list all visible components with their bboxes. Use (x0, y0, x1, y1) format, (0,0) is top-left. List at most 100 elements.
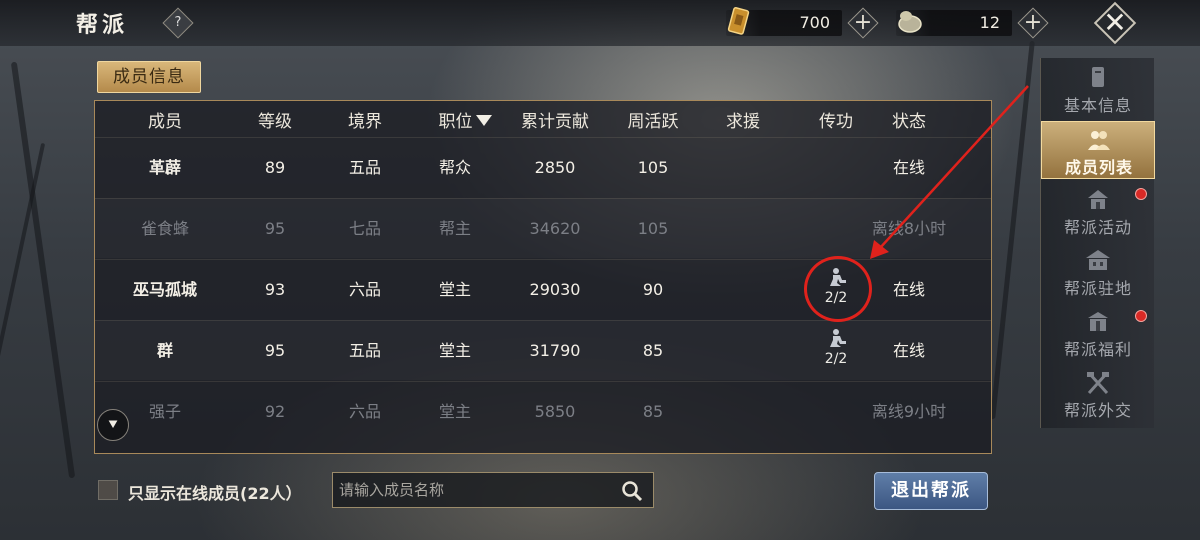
member-weekly-activity: 90 (642, 280, 664, 299)
sidebar-item-label: 成员列表 (1064, 158, 1133, 177)
member-realm: 五品 (348, 341, 381, 360)
member-position: 堂主 (438, 341, 471, 360)
column-header-label: 职位 (438, 112, 473, 132)
member-status: 在线 (892, 280, 925, 299)
sidebar-item-guild-diplomacy[interactable]: 帮派外交 (1041, 365, 1155, 423)
member-realm: 六品 (348, 402, 381, 421)
member-status: 离线8小时 (871, 219, 947, 238)
sidebar: 基本信息 成员列表 帮派活动 帮派驻地 帮派福利 帮派外交 (1040, 58, 1155, 428)
member-realm: 五品 (348, 158, 381, 177)
sidebar-item-label: 帮派驻地 (1063, 279, 1132, 298)
resource-jade: 12 (896, 10, 1012, 36)
diplomacy-icon (1087, 371, 1109, 395)
member-level: 95 (264, 219, 286, 238)
sidebar-item-guild-activity[interactable]: 帮派活动 (1041, 182, 1155, 240)
member-position: 堂主 (438, 402, 471, 421)
resource-scroll: 700 (726, 7, 842, 36)
background-branch (10, 61, 76, 479)
table-row[interactable]: 雀食蜂 95 七品 帮主 34620 105 离线8小时 (95, 198, 991, 258)
resource-value: 12 (979, 13, 1000, 32)
resource-value: 700 (799, 13, 830, 32)
welfare-icon (1088, 312, 1108, 331)
add-scroll-button[interactable]: + (847, 7, 879, 39)
sidebar-item-member-list[interactable]: 成员列表 (1041, 121, 1155, 179)
teach-count: 2/2 (824, 351, 848, 367)
member-status: 离线9小时 (871, 402, 947, 421)
member-weekly-activity: 85 (642, 402, 664, 421)
sidebar-item-label: 帮派活动 (1063, 218, 1132, 237)
member-search-box (332, 472, 654, 508)
help-icon: ? (174, 15, 182, 30)
teach-skill-button[interactable]: 2/2 (816, 328, 856, 374)
online-only-label[interactable]: 只显示在线成员(22人） (128, 480, 302, 504)
meditation-icon (830, 329, 846, 347)
member-table: 成员 等级 境界 职位 累计贡献 周活跃 求援 传功 状态 革薜 89 五品 帮… (94, 100, 992, 454)
table-row[interactable]: 革薜 89 五品 帮众 2850 105 在线 (95, 137, 991, 197)
sidebar-item-label: 基本信息 (1063, 96, 1132, 115)
member-status: 在线 (892, 158, 925, 177)
tab-member-info[interactable]: 成员信息 (97, 61, 201, 93)
member-level: 89 (264, 158, 286, 177)
member-contribution: 2850 (534, 158, 576, 177)
sidebar-item-basic-info[interactable]: 基本信息 (1041, 60, 1155, 118)
column-header: 累计贡献 (521, 112, 589, 132)
plus-icon: + (853, 10, 873, 35)
column-header: 等级 (258, 112, 292, 132)
member-position: 帮众 (438, 158, 471, 177)
sidebar-item-guild-welfare[interactable]: 帮派福利 (1041, 304, 1155, 362)
member-position: 帮主 (438, 219, 471, 238)
column-header: 传功 (819, 112, 853, 132)
background-branch (990, 40, 1035, 420)
member-weekly-activity: 105 (637, 219, 669, 238)
member-name: 巫马孤城 (132, 280, 197, 299)
sidebar-item-label: 帮派外交 (1063, 401, 1132, 420)
member-name: 群 (156, 341, 173, 360)
sidebar-item-label: 帮派福利 (1063, 340, 1132, 359)
page-title: 帮派 (76, 13, 129, 38)
member-contribution: 34620 (529, 219, 581, 238)
member-name: 雀食蜂 (140, 219, 189, 238)
search-icon[interactable] (621, 480, 643, 502)
notification-badge (1135, 188, 1147, 200)
member-level: 92 (264, 402, 286, 421)
column-header: 周活跃 (627, 112, 679, 132)
activity-icon (1088, 190, 1108, 209)
table-row[interactable]: 强子 92 六品 堂主 5850 85 离线9小时 (95, 381, 991, 441)
member-level: 95 (264, 341, 286, 360)
member-level: 93 (264, 280, 286, 299)
member-contribution: 29030 (529, 280, 581, 299)
member-position: 堂主 (438, 280, 471, 299)
close-button[interactable]: ✕ (1092, 1, 1138, 45)
member-name: 革薜 (148, 158, 181, 177)
info-icon (1092, 67, 1104, 87)
member-realm: 六品 (348, 280, 381, 299)
table-row[interactable]: 群 95 五品 堂主 31790 85 2/2 在线 (95, 320, 991, 380)
add-jade-button[interactable]: + (1017, 7, 1049, 39)
notification-badge (1135, 310, 1147, 322)
column-header: 成员 (148, 112, 182, 132)
member-contribution: 31790 (529, 341, 581, 360)
member-status: 在线 (892, 341, 925, 360)
column-header-position[interactable]: 职位 (425, 107, 505, 132)
members-icon (1088, 131, 1110, 150)
highlight-circle (804, 256, 872, 322)
online-only-checkbox[interactable] (98, 480, 118, 500)
background-branch (0, 142, 46, 438)
column-header: 求援 (726, 112, 760, 132)
member-realm: 七品 (348, 219, 381, 238)
exit-guild-button[interactable]: 退出帮派 (874, 472, 988, 510)
member-search-input[interactable] (339, 477, 609, 503)
member-name: 强子 (148, 402, 181, 421)
scroll-down-button[interactable]: ⯆ (97, 409, 129, 441)
member-weekly-activity: 105 (637, 158, 669, 177)
column-header: 境界 (348, 112, 382, 132)
member-weekly-activity: 85 (642, 341, 664, 360)
close-icon: ✕ (1103, 6, 1127, 39)
residence-icon (1086, 250, 1110, 270)
sidebar-item-guild-residence[interactable]: 帮派驻地 (1041, 243, 1155, 301)
table-header: 成员 等级 境界 职位 累计贡献 周活跃 求援 传功 状态 (95, 101, 991, 137)
column-header: 状态 (892, 112, 926, 132)
member-contribution: 5850 (534, 402, 576, 421)
jade-currency-icon (898, 11, 922, 33)
scroll-currency-icon (727, 7, 750, 35)
